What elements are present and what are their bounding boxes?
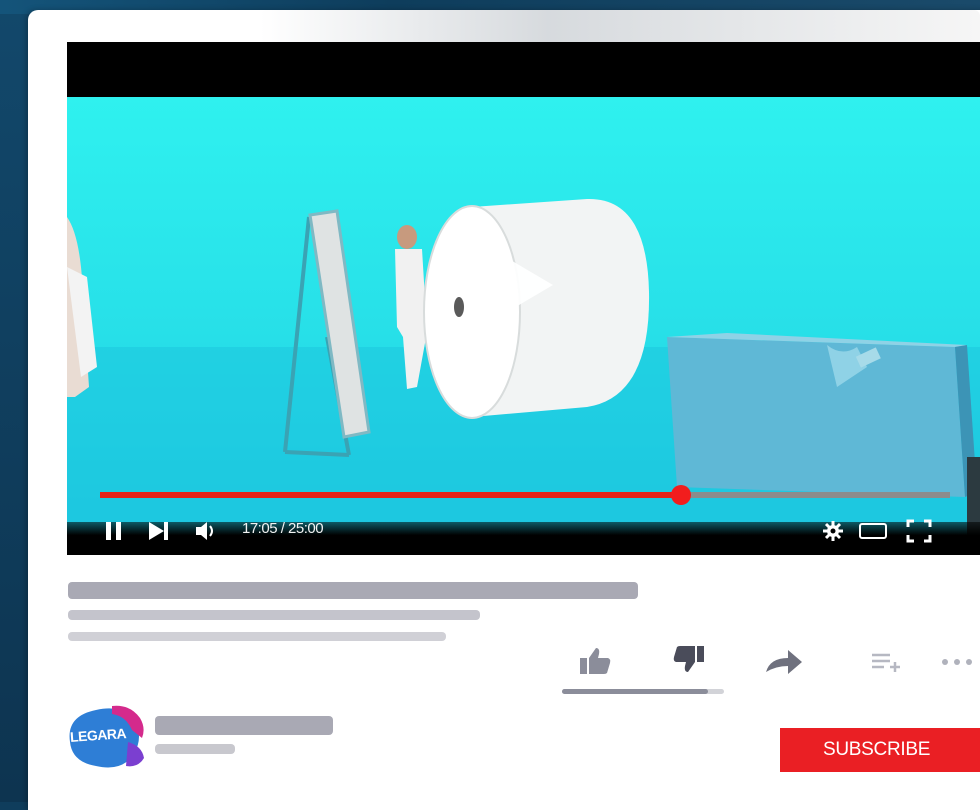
more-icon[interactable] [940, 656, 980, 668]
progress-played [100, 492, 681, 498]
dislike-icon[interactable] [672, 644, 706, 674]
subscribe-button[interactable]: SUBSCRIBE [780, 728, 980, 772]
add-to-playlist-icon[interactable] [870, 650, 904, 674]
subscriber-count-placeholder [155, 744, 235, 754]
play-icon[interactable] [485, 245, 565, 325]
settings-icon[interactable] [822, 520, 844, 542]
channel-name-placeholder [155, 716, 333, 735]
share-icon[interactable] [764, 648, 804, 676]
next-icon[interactable] [147, 520, 171, 542]
video-title-placeholder [68, 582, 638, 599]
fullscreen-icon[interactable] [906, 519, 932, 543]
video-letterbox [67, 42, 980, 97]
video-meta-placeholder [68, 610, 480, 620]
like-ratio-bar [562, 689, 724, 694]
like-icon[interactable] [578, 646, 612, 676]
pause-icon[interactable] [104, 520, 124, 542]
video-player[interactable] [67, 42, 980, 555]
video-meta-placeholder-2 [68, 632, 446, 641]
progress-scrubber-knob[interactable] [670, 485, 691, 505]
progress-bar[interactable] [100, 485, 950, 505]
like-ratio-fill [562, 689, 708, 694]
time-display: 17:05 / 25:00 [242, 520, 324, 537]
background-frame-left [0, 0, 30, 802]
volume-icon[interactable] [194, 520, 220, 542]
theater-mode-icon[interactable] [858, 521, 890, 541]
